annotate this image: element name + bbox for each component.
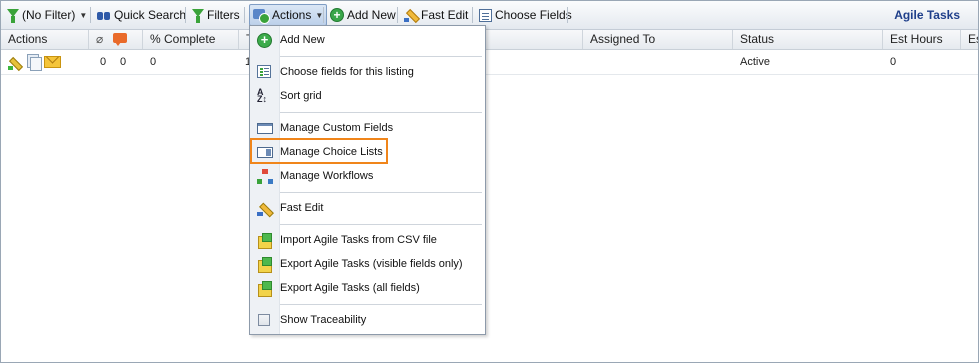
- choose-fields-button[interactable]: Choose Fields: [479, 5, 572, 25]
- attachments-count: 0: [100, 56, 107, 68]
- pencil-icon: [257, 201, 273, 217]
- menu-item-label: Manage Custom Fields: [280, 122, 394, 134]
- table-row[interactable]: 0 0 0 1 Active 0: [1, 50, 978, 75]
- percent-complete-value: 0: [150, 56, 157, 68]
- filters-button[interactable]: Filters: [192, 5, 240, 25]
- app-window: (No Filter) ▼ Quick Search Filters Actio…: [0, 0, 979, 363]
- menu-item-sort-grid[interactable]: A Z↕ Sort grid: [250, 85, 485, 107]
- filter-label: (No Filter): [22, 8, 76, 22]
- sort-az-icon: A Z↕: [257, 87, 267, 104]
- menu-separator: [280, 112, 482, 113]
- window-icon: [257, 123, 273, 134]
- toolbar-divider: [244, 7, 245, 23]
- toolbar-divider: [472, 7, 473, 23]
- actions-menu-button[interactable]: Actions ▼: [249, 4, 328, 26]
- menu-item-label: Export Agile Tasks (visible fields only): [280, 258, 463, 270]
- menu-item-add-new[interactable]: + Add New: [250, 29, 485, 51]
- menu-item-import-csv[interactable]: Import Agile Tasks from CSV file: [250, 229, 485, 251]
- fast-edit-label: Fast Edit: [421, 8, 469, 22]
- binoculars-icon: [97, 9, 111, 21]
- menu-separator: [280, 192, 482, 193]
- page-title: Agile Tasks: [894, 8, 960, 22]
- menu-item-fast-edit[interactable]: Fast Edit: [250, 197, 485, 219]
- status-value: Active: [740, 56, 770, 68]
- import-box-icon: [257, 233, 272, 249]
- column-header-indicators[interactable]: ⌀: [89, 30, 143, 49]
- chevron-down-icon: ▼: [79, 10, 88, 20]
- workflow-icon: [257, 169, 273, 185]
- actions-dropdown-menu: + Add New Choose fields for this listing…: [249, 25, 486, 335]
- toolbar-divider: [397, 7, 398, 23]
- menu-item-manage-custom-fields[interactable]: Manage Custom Fields: [250, 117, 485, 139]
- menu-item-export-visible[interactable]: Export Agile Tasks (visible fields only): [250, 253, 485, 275]
- actions-icon: [253, 8, 270, 24]
- edit-pencil-icon[interactable]: [8, 55, 23, 70]
- add-circle-icon: +: [257, 33, 272, 48]
- menu-item-label: Show Traceability: [280, 314, 367, 326]
- export-box-icon: [257, 281, 272, 297]
- column-header-status[interactable]: Status: [733, 30, 883, 49]
- menu-item-label: Add New: [280, 34, 325, 46]
- toolbar-divider: [185, 7, 186, 23]
- choose-fields-label: Choose Fields: [495, 8, 572, 22]
- menu-item-export-all[interactable]: Export Agile Tasks (all fields): [250, 277, 485, 299]
- checkbox-icon[interactable]: [258, 314, 270, 326]
- menu-item-label: Export Agile Tasks (all fields): [280, 282, 420, 294]
- export-box-icon: [257, 257, 272, 273]
- menu-item-label: Manage Workflows: [280, 170, 374, 182]
- est-hours-value: 0: [890, 56, 897, 68]
- add-circle-icon: +: [330, 8, 344, 22]
- menu-separator: [280, 224, 482, 225]
- menu-item-label: Choose fields for this listing: [280, 66, 414, 78]
- add-new-button[interactable]: + Add New: [330, 5, 396, 25]
- fast-edit-button[interactable]: Fast Edit: [404, 5, 468, 25]
- comment-icon: [112, 33, 127, 46]
- filter-dropdown[interactable]: (No Filter) ▼: [7, 5, 87, 25]
- filter-funnel-icon: [192, 9, 204, 23]
- menu-separator: [280, 304, 482, 305]
- email-icon[interactable]: [44, 56, 61, 68]
- menu-item-show-traceability[interactable]: Show Traceability: [250, 309, 485, 331]
- filter-funnel-icon: [7, 9, 19, 23]
- menu-item-manage-workflows[interactable]: Manage Workflows: [250, 165, 485, 187]
- menu-item-choose-fields[interactable]: Choose fields for this listing: [250, 61, 485, 83]
- menu-item-label: Import Agile Tasks from CSV file: [280, 234, 437, 246]
- menu-separator: [280, 56, 482, 57]
- pencil-icon: [404, 8, 418, 22]
- toolbar-divider: [567, 7, 568, 23]
- toolbar-divider: [323, 7, 324, 23]
- paperclip-icon: ⌀: [96, 32, 104, 46]
- form-icon: [479, 8, 492, 22]
- quick-search-button[interactable]: Quick Search: [97, 5, 186, 25]
- toolbar: (No Filter) ▼ Quick Search Filters Actio…: [1, 1, 978, 30]
- column-header-est-truncated[interactable]: Es: [961, 30, 978, 49]
- filters-label: Filters: [207, 8, 240, 22]
- column-header-actions[interactable]: Actions: [1, 30, 89, 49]
- column-header-est-hours[interactable]: Est Hours: [883, 30, 961, 49]
- quick-search-label: Quick Search: [114, 8, 187, 22]
- copy-icon[interactable]: [25, 54, 42, 71]
- add-new-label: Add New: [347, 8, 396, 22]
- field-list-icon: [257, 65, 271, 78]
- grid-header: Actions ⌀ % Complete T Assigned To Statu…: [1, 30, 978, 50]
- menu-item-label: Fast Edit: [280, 202, 324, 214]
- actions-label: Actions: [272, 8, 312, 22]
- highlight-box: [250, 138, 388, 164]
- column-header-assigned-to[interactable]: Assigned To: [583, 30, 733, 49]
- comments-count: 0: [120, 56, 127, 68]
- toolbar-divider: [90, 7, 91, 23]
- menu-item-label: Sort grid: [280, 90, 322, 102]
- column-header-percent-complete[interactable]: % Complete: [143, 30, 239, 49]
